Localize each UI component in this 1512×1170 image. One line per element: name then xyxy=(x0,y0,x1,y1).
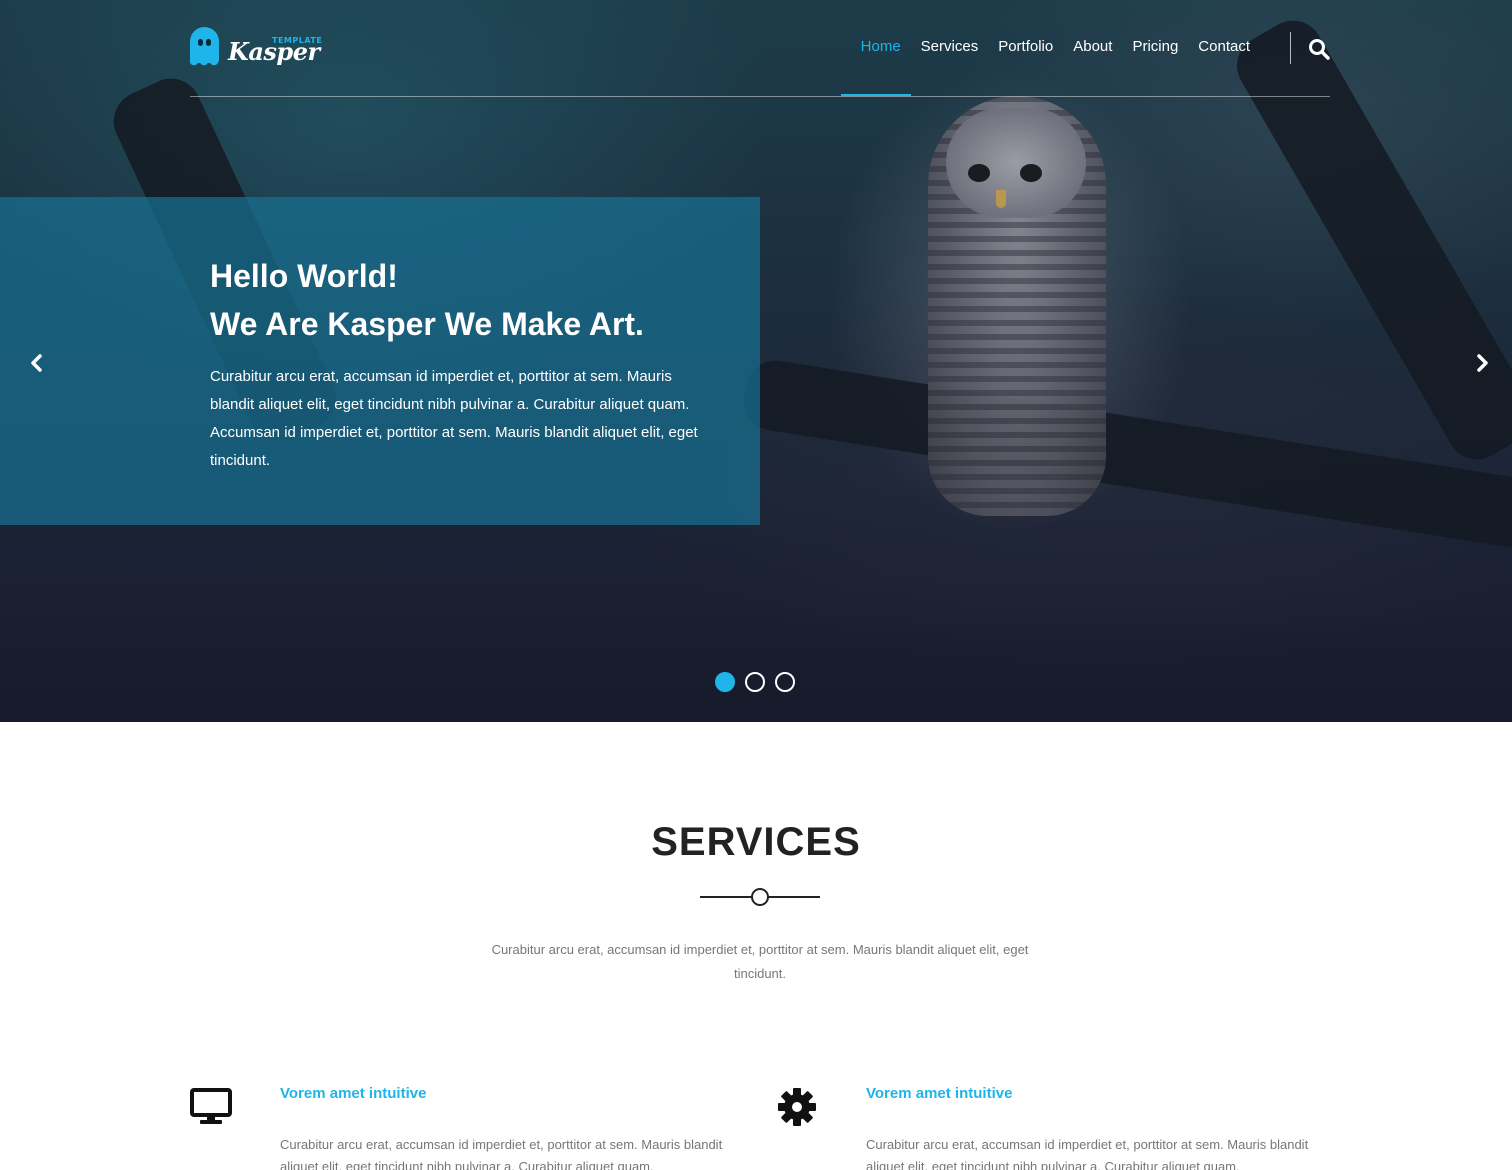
divider-line xyxy=(768,896,820,898)
service-text: Curabitur arcu erat, accumsan id imperdi… xyxy=(866,1137,1309,1170)
nav-home[interactable]: Home xyxy=(840,38,911,96)
main-nav: Home Services Portfolio About Pricing Co… xyxy=(840,38,1250,96)
service-title: Vorem amet intuitive xyxy=(280,1085,427,1102)
chevron-left-icon[interactable] xyxy=(28,353,44,373)
services-intro: Curabitur arcu erat, accumsan id imperdi… xyxy=(491,942,1029,981)
divider-circle xyxy=(751,888,769,906)
slider-dot-1[interactable] xyxy=(715,672,735,692)
owl-face xyxy=(946,108,1086,218)
logo-wordmark: Kasper xyxy=(228,37,320,66)
ghost-eye xyxy=(198,39,203,46)
site-header: TEMPLATE Kasper Home Services Portfolio … xyxy=(190,0,1330,97)
nav-portfolio[interactable]: Portfolio xyxy=(998,38,1053,96)
section-divider xyxy=(700,887,820,907)
slider-dots xyxy=(715,672,805,692)
hero-slider: TEMPLATE Kasper Home Services Portfolio … xyxy=(0,0,1512,722)
nav-pricing[interactable]: Pricing xyxy=(1132,38,1178,96)
slider-dot-3[interactable] xyxy=(775,672,795,692)
background-branch xyxy=(739,356,1512,554)
divider-line xyxy=(700,896,752,898)
logo[interactable]: TEMPLATE Kasper xyxy=(190,27,330,69)
service-item: Vorem amet intuitive Curabitur arcu erat… xyxy=(190,1080,750,1170)
slider-dot-2[interactable] xyxy=(745,672,765,692)
nav-about[interactable]: About xyxy=(1073,38,1112,96)
nav-services[interactable]: Services xyxy=(921,38,979,96)
owl-eye xyxy=(968,164,990,182)
owl-beak xyxy=(996,190,1006,208)
nav-contact[interactable]: Contact xyxy=(1198,38,1250,96)
hero-text: Curabitur arcu erat, accumsan id imperdi… xyxy=(210,368,698,469)
owl-eye xyxy=(1020,164,1042,182)
search-icon[interactable] xyxy=(1308,38,1330,60)
hero-title: Hello World! We Are Kasper We Make Art. xyxy=(210,258,644,342)
hero-caption-box xyxy=(0,197,760,525)
services-title: SERVICES xyxy=(651,820,861,864)
ghost-logo-icon xyxy=(190,27,219,67)
service-title: Vorem amet intuitive xyxy=(866,1085,1013,1102)
gear-icon xyxy=(778,1088,816,1126)
nav-separator xyxy=(1290,32,1291,64)
service-text: Curabitur arcu erat, accumsan id imperdi… xyxy=(280,1137,723,1170)
desktop-icon xyxy=(190,1088,232,1124)
chevron-right-icon[interactable] xyxy=(1475,353,1491,373)
service-item: Vorem amet intuitive Curabitur arcu erat… xyxy=(776,1080,1336,1170)
ghost-eye xyxy=(206,39,211,46)
